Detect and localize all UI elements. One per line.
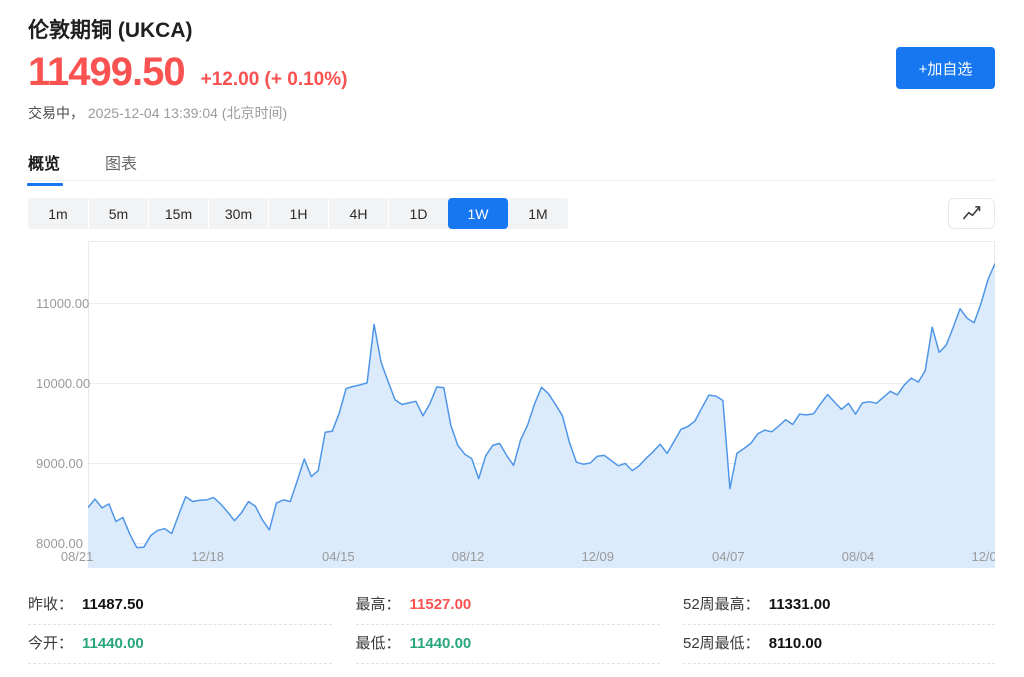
y-tick-label: 10000.00 [36,376,90,391]
instrument-title: 伦敦期铜 (UKCA) [28,14,192,44]
stat-value: 8110.00 [769,635,822,652]
stat-label: 52周最高： [683,593,760,614]
trading-status-label: 交易中， [28,105,84,121]
stat-row: 最高： 11527.00 [356,586,660,625]
stat-value: 11440.00 [82,635,144,652]
period-1d[interactable]: 1D [388,198,448,229]
y-tick-label: 8000.00 [36,536,83,551]
stat-label: 今开： [28,632,73,653]
line-chart-icon [961,203,983,225]
stat-row: 52周最低： 8110.00 [683,625,995,664]
y-tick-label: 9000.00 [36,456,83,471]
period-1m[interactable]: 1M [508,198,568,229]
stat-column: 52周最高： 11331.00 52周最低： 8110.00 [683,586,995,664]
quote-stats: 昨收： 11487.50 今开： 11440.00 最高： 11527.00 最低： 1144… [28,586,995,664]
period-5m[interactable]: 5m [88,198,148,229]
stat-column: 最高： 11527.00 最低： 11440.00 [356,586,660,664]
trading-status: 交易中， 2025-12-04 13:39:04 (北京时间) [28,103,287,123]
tab-divider [28,180,995,181]
chart-toolbar: 1m5m15m30m1H4H1D1W1M [28,198,995,229]
period-1m[interactable]: 1m [28,198,88,229]
chart-style-button[interactable] [948,198,995,229]
stat-column: 昨收： 11487.50 今开： 11440.00 [28,586,332,664]
y-tick-label: 11000.00 [36,296,89,311]
price-chart[interactable]: 11000.0010000.009000.008000.00 08/2112/1… [28,241,995,568]
stat-value: 11440.00 [410,635,472,652]
quote-timestamp: 2025-12-04 13:39:04 (北京时间) [88,105,287,121]
quote-page: 伦敦期铜 (UKCA) 11499.50 +12.00 (+ 0.10%) 交易… [0,0,1024,677]
price-row: 11499.50 +12.00 (+ 0.10%) [28,50,347,95]
period-1w[interactable]: 1W [448,198,508,229]
stat-value: 11487.50 [82,596,144,613]
price-change: +12.00 (+ 0.10%) [201,69,348,91]
stat-label: 最低： [356,632,401,653]
stat-label: 最高： [356,593,401,614]
period-30m[interactable]: 30m [208,198,268,229]
stat-label: 昨收： [28,593,73,614]
area-series [88,241,995,568]
add-watchlist-button[interactable]: +加自选 [896,47,995,89]
stat-value: 11331.00 [769,596,831,613]
stat-label: 52周最低： [683,632,760,653]
stat-value: 11527.00 [410,596,472,613]
period-15m[interactable]: 15m [148,198,208,229]
period-1h[interactable]: 1H [268,198,328,229]
period-4h[interactable]: 4H [328,198,388,229]
period-selector: 1m5m15m30m1H4H1D1W1M [28,198,568,229]
stat-row: 52周最高： 11331.00 [683,586,995,625]
stat-row: 最低： 11440.00 [356,625,660,664]
stat-row: 昨收： 11487.50 [28,586,332,625]
stat-row: 今开： 11440.00 [28,625,332,664]
last-price: 11499.50 [28,50,185,95]
